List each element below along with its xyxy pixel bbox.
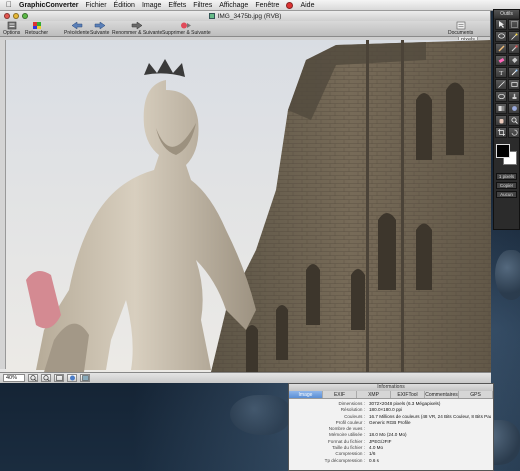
retouch-icon [32,21,42,30]
desktop-rock [495,250,520,300]
ellipse-tool-icon[interactable] [495,91,507,102]
desktop-rock [230,395,290,435]
close-button[interactable] [4,13,10,19]
info-key: Tp décompression : [324,457,365,463]
options-label: Options [3,30,21,36]
rename-next-button[interactable]: Renommer & Suivante [112,21,162,36]
rename-next-icon [131,21,143,30]
stamp-tool-icon[interactable] [508,91,520,102]
documents-icon [455,21,467,30]
brush-tool-icon[interactable] [508,43,520,54]
info-button[interactable] [67,374,77,382]
info-row: Tp décompression : 0.6 s [291,458,491,464]
arrow-right-icon [94,21,106,30]
rectangle-tool-icon[interactable] [508,79,520,90]
fit-window-button[interactable] [54,374,64,382]
rotate-tool-icon[interactable] [508,127,520,138]
magnifier-minus-icon [42,375,50,381]
options-button[interactable]: Options [3,21,20,36]
zoom-button[interactable] [22,13,28,19]
rename-next-label: Renommer & Suivante [112,30,163,36]
foreground-color-swatch[interactable] [496,144,510,158]
retoucher-button[interactable]: Retoucher [25,21,48,36]
menu-filtres[interactable]: Filtres [193,2,212,9]
window-title: IMG_3475b.jpg (RVB) [217,12,282,20]
text-tool-icon[interactable]: T [495,67,507,78]
tools-grid: T [494,18,520,138]
menu-app-name[interactable]: GraphicConverter [19,2,79,9]
svg-text:T: T [499,70,503,76]
menu-bar:  GraphicConverter Fichier Édition Image… [0,0,520,11]
document-icon [208,13,215,19]
next-button[interactable]: Suivante [90,21,109,36]
tab-exiftool[interactable]: EXIFTool [391,391,425,398]
tab-exif[interactable]: EXIF [323,391,357,398]
info-value: 0.6 s [369,457,379,463]
hand-tool-icon[interactable] [495,115,507,126]
bucket-tool-icon[interactable] [508,55,520,66]
zoom-out-button[interactable] [41,374,51,382]
palette-title[interactable]: Outils [494,10,519,18]
line-tool-icon[interactable] [495,79,507,90]
pencil-tool-icon[interactable] [495,43,507,54]
crop-tool-icon[interactable] [495,127,507,138]
menu-effets[interactable]: Effets [168,2,186,9]
options-icon [7,21,17,30]
slideshow-button[interactable] [80,374,90,382]
window-controls [4,13,28,19]
info-icon [69,375,75,381]
image-icon [81,375,89,381]
retoucher-label: Retoucher [25,30,49,36]
image-window: IMG_3475b.jpg (RVB) Options Retoucher Pr… [0,11,491,383]
mode-field[interactable]: Copier [496,182,517,189]
info-panel: Informations Image EXIF XMP EXIFTool Com… [288,383,494,471]
menu-fenetre[interactable]: Fenêtre [255,2,279,9]
tab-image[interactable]: Image [289,391,323,398]
menu-image[interactable]: Image [142,2,161,9]
option-field[interactable]: Aucun [496,191,517,198]
documents-button[interactable]: Documents [448,21,473,36]
tools-palette: Outils T 1 pixels Copier Aucun [493,9,520,230]
brush-size-field[interactable]: 1 pixels [496,173,517,180]
photo-statue-palazzo [6,40,491,372]
apple-menu-icon[interactable]:  [6,1,12,9]
tab-gps[interactable]: GPS [459,391,493,398]
status-bar: 40% [0,372,491,383]
magnifier-tool-icon[interactable] [508,115,520,126]
help-flag-icon[interactable] [286,1,294,9]
window-toolbar: Options Retoucher Précédente Suivante Re… [0,21,490,37]
color-swatches [494,141,519,171]
fit-icon [55,375,63,381]
window-titlebar[interactable]: IMG_3475b.jpg (RVB) [0,11,490,21]
menu-fichier[interactable]: Fichier [86,2,107,9]
lasso-tool-icon[interactable] [495,31,507,42]
magnifier-plus-icon [29,375,37,381]
menu-edition[interactable]: Édition [114,2,135,9]
arrow-left-icon [71,21,83,30]
info-panel-title[interactable]: Informations [289,384,493,391]
eraser-tool-icon[interactable] [495,55,507,66]
previous-label: Précédente [64,30,90,36]
minimize-button[interactable] [13,13,19,19]
tab-commentaires[interactable]: Commentaires [425,391,459,398]
info-rows: Dimensions :3072×2048 pixels (6.3 Mégapi… [289,399,493,464]
previous-button[interactable]: Précédente [64,21,90,36]
magic-wand-tool-icon[interactable] [508,31,520,42]
zoom-in-button[interactable] [28,374,38,382]
menu-affichage[interactable]: Affichage [219,2,248,9]
image-canvas[interactable] [6,40,491,372]
delete-next-button[interactable]: Supprimer & Suivante [162,21,211,36]
arrow-tool-icon[interactable] [495,19,507,30]
delete-next-icon [180,21,192,30]
next-label: Suivante [90,30,110,36]
smudge-tool-icon[interactable] [508,103,520,114]
menu-aide[interactable]: Aide [300,2,314,9]
eyedropper-tool-icon[interactable] [508,67,520,78]
zoom-field[interactable]: 40% [3,374,25,382]
info-tabs: Image EXIF XMP EXIFTool Commentaires GPS [289,391,493,399]
tab-xmp[interactable]: XMP [357,391,391,398]
gradient-tool-icon[interactable] [495,103,507,114]
selection-tool-icon[interactable] [508,19,520,30]
delete-next-label: Supprimer & Suivante [162,30,211,36]
